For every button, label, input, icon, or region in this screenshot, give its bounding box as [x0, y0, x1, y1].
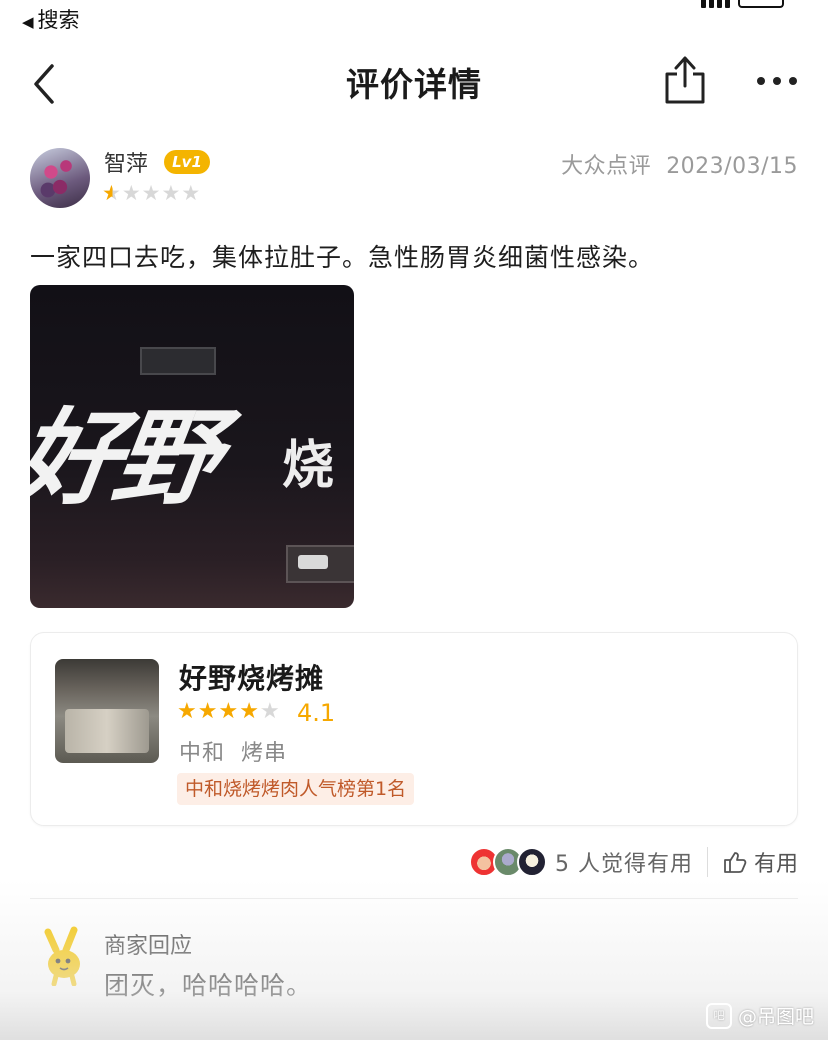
signal-icon — [701, 0, 730, 8]
star-icon: ★ — [161, 181, 181, 205]
useful-button[interactable]: 有用 — [722, 846, 798, 878]
more-icon[interactable] — [752, 66, 802, 96]
back-triangle-icon: ◀ — [22, 13, 34, 31]
nav-bar: 评价详情 — [0, 48, 828, 114]
star-icon: ★ — [121, 181, 141, 205]
divider — [706, 847, 708, 877]
liker-avatars[interactable] — [468, 847, 547, 877]
rank-tag[interactable]: 中和烧烤烤肉人气榜第1名 — [177, 773, 415, 805]
status-indicators — [701, 0, 784, 8]
back-to-search[interactable]: ◀ 搜索 — [22, 4, 80, 34]
shop-meta: 中和 烤串 — [179, 735, 287, 767]
watermark: 吧 @吊图吧 — [705, 1002, 814, 1029]
star-icon: ★ — [239, 699, 259, 724]
reviewer-name[interactable]: 智萍 — [104, 146, 148, 178]
shop-card[interactable]: 好野烧烤摊 ★ ★ ★ ★ ★ 4.1 中和 烤串 中和烧烤烤肉人气榜第1名 — [30, 632, 798, 826]
level-badge: Lv1 — [164, 150, 210, 174]
shop-star-rating: ★ ★ ★ ★ ★ — [177, 701, 280, 723]
star-icon: ★ — [218, 699, 239, 724]
photo-sign-text: 好野 — [30, 397, 222, 519]
star-icon: ★ — [141, 181, 161, 205]
review-star-rating: ★ ★ ★ ★ ★ — [102, 183, 200, 204]
review-date: 2023/03/15 — [666, 154, 798, 179]
reviewer-avatar[interactable] — [30, 148, 90, 208]
avatar — [516, 847, 547, 877]
star-icon: ★ — [102, 181, 121, 205]
star-icon: ★ — [197, 699, 218, 724]
status-bar: ◀ 搜索 — [0, 0, 828, 34]
star-icon: ★ — [259, 699, 280, 724]
merchant-reply-label: 商家回应 — [104, 934, 193, 959]
review-source: 大众点评 — [561, 154, 652, 179]
photo-sign-light — [140, 347, 216, 375]
useful-row: 5 人觉得有用 有用 — [468, 844, 798, 880]
useful-button-label: 有用 — [753, 852, 798, 877]
bottom-fade — [0, 880, 828, 1040]
star-icon: ★ — [177, 699, 197, 724]
photo-sign-text-2: 烧 — [282, 436, 335, 496]
shop-name: 好野烧烤摊 — [179, 662, 325, 695]
shop-category: 烤串 — [241, 741, 288, 766]
useful-count: 5 人觉得有用 — [554, 852, 693, 877]
shop-district: 中和 — [179, 741, 226, 766]
section-divider — [30, 898, 798, 899]
review-text: 一家四口去吃，集体拉肚子。急性肠胃炎细菌性感染。 — [30, 243, 655, 272]
back-app-label: 搜索 — [37, 8, 80, 32]
photo-lightbox-sign — [298, 555, 328, 569]
thumbs-up-icon — [724, 852, 747, 873]
shop-thumbnail — [55, 659, 159, 763]
merchant-reply-text: 团灭，哈哈哈哈。 — [104, 971, 313, 1000]
battery-icon — [738, 0, 784, 8]
shop-score: 4.1 — [297, 699, 336, 727]
share-icon[interactable] — [660, 52, 710, 108]
watermark-text: @吊图吧 — [737, 1006, 814, 1028]
review-source-date: 大众点评 2023/03/15 — [561, 148, 798, 180]
merchant-avatar — [44, 926, 80, 986]
star-icon: ★ — [181, 181, 201, 205]
review-photo[interactable]: 好野 烧 — [30, 285, 354, 608]
watermark-icon: 吧 — [705, 1002, 732, 1029]
